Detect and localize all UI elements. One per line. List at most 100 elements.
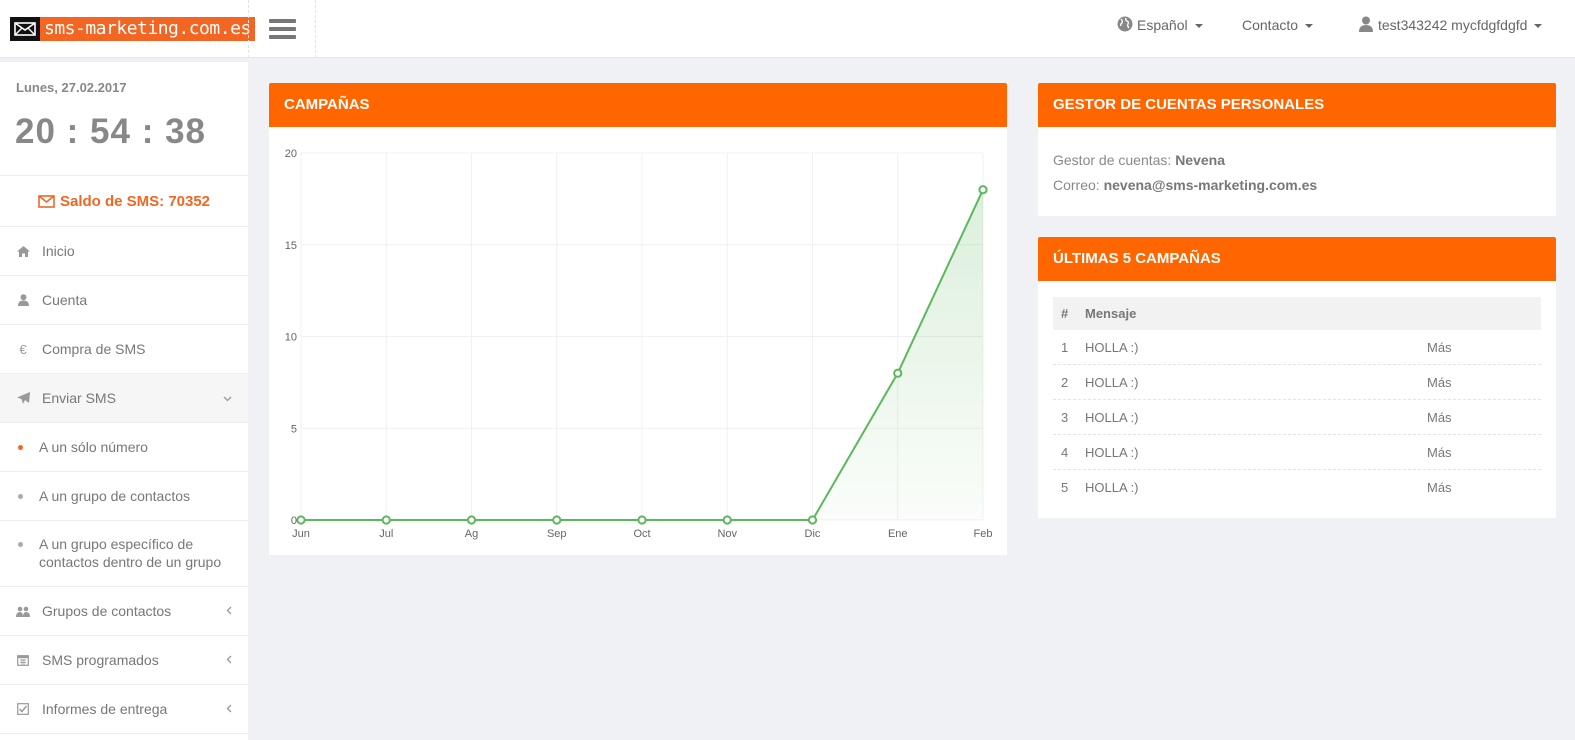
- sidebar-item-cuenta[interactable]: Cuenta: [0, 276, 248, 325]
- sidebar-item-sms-programados[interactable]: SMS programados: [0, 636, 248, 685]
- sidebar-subitem-specific-group[interactable]: A un grupo específico de contactos dentr…: [0, 521, 248, 587]
- caret-down-icon: [1534, 24, 1543, 28]
- y-tick-label: 15: [285, 240, 297, 252]
- x-tick-label: Ag: [465, 528, 478, 540]
- x-tick-label: Dic: [805, 528, 821, 540]
- chevron-left-icon: [226, 702, 232, 716]
- sidebar-item-label: Grupos de contactos: [42, 603, 172, 619]
- user-icon: [16, 293, 30, 307]
- check-square-icon: [16, 702, 30, 716]
- caret-down-icon: [1305, 24, 1314, 28]
- row-message: HOLLA :): [1085, 444, 1139, 460]
- row-message: HOLLA :): [1085, 374, 1139, 390]
- sidebar-item-label: Compra de SMS: [42, 341, 146, 357]
- contact-dropdown[interactable]: Contacto: [1242, 17, 1314, 33]
- sidebar-subitem-label: A un grupo de contactos: [39, 488, 190, 504]
- chevron-down-icon: [223, 391, 232, 405]
- row-number: 1: [1061, 339, 1069, 355]
- y-tick-label: 20: [285, 148, 297, 160]
- top-bar: sms-marketing.com.es Español Contacto te…: [0, 0, 1575, 58]
- sidebar-item-informes-entrega[interactable]: Informes de entrega: [0, 685, 248, 734]
- column-header-number: #: [1061, 306, 1069, 321]
- hamburger-icon: [268, 19, 296, 39]
- row-more-link[interactable]: Más: [1427, 340, 1541, 355]
- sidebar-item-inicio[interactable]: Inicio: [0, 227, 248, 276]
- language-label: Español: [1137, 17, 1188, 33]
- account-email-line: Correo: nevena@sms-marketing.com.es: [1053, 177, 1317, 193]
- y-tick-label: 0: [291, 515, 297, 527]
- row-number: 5: [1061, 480, 1069, 495]
- user-name: test343242 mycfdgfdgfd: [1378, 17, 1528, 33]
- user-icon: [1359, 16, 1373, 32]
- envelope-logo-icon: [10, 17, 40, 41]
- x-tick-label: Nov: [717, 528, 737, 540]
- sidebar-subitem-contact-group[interactable]: A un grupo de contactos: [0, 472, 248, 521]
- data-point: [552, 515, 562, 525]
- row-number: 4: [1061, 444, 1069, 460]
- data-point: [381, 515, 391, 525]
- table-row: 3 HOLLA :) Más: [1053, 400, 1541, 435]
- euro-icon: €: [19, 341, 27, 357]
- calendar-icon: [16, 653, 30, 667]
- x-tick-label: Ene: [888, 528, 908, 540]
- y-tick-label: 5: [291, 423, 297, 435]
- clock: 20 : 54 : 38: [15, 112, 206, 151]
- row-more-link[interactable]: Más: [1427, 445, 1541, 460]
- row-number: 3: [1061, 409, 1069, 425]
- sidebar-item-label: Enviar SMS: [42, 390, 116, 406]
- row-more-link[interactable]: Más: [1427, 480, 1541, 495]
- sidebar-menu: Inicio Cuenta € Compra de SMS Enviar SMS…: [0, 227, 248, 734]
- data-point: [807, 515, 818, 525]
- data-point: [978, 185, 988, 195]
- chevron-left-icon: [226, 653, 232, 667]
- sidebar-item-compra-sms[interactable]: € Compra de SMS: [0, 325, 248, 374]
- bullet-dot-icon: [18, 542, 23, 547]
- last-campaigns-table: # Mensaje 1 HOLLA :) Más 2 HOLLA :) Más …: [1053, 297, 1541, 505]
- envelope-icon: [38, 194, 55, 208]
- sidebar-subitem-label: A un grupo específico de contactos dentr…: [39, 536, 222, 570]
- sidebar-item-label: Informes de entrega: [42, 701, 168, 717]
- sidebar-item-label: SMS programados: [42, 652, 159, 668]
- table-header: # Mensaje: [1053, 297, 1541, 330]
- row-number: 2: [1061, 374, 1069, 390]
- users-icon: [16, 604, 30, 618]
- sidebar-subitem-single-number[interactable]: A un sólo número: [0, 423, 248, 472]
- email-label: Correo:: [1053, 177, 1100, 193]
- account-manager-title: GESTOR DE CUENTAS PERSONALES: [1038, 83, 1556, 127]
- x-tick-label: Jul: [379, 528, 393, 540]
- campaigns-panel-title: CAMPAÑAS: [269, 83, 1007, 127]
- row-message: HOLLA :): [1085, 480, 1139, 495]
- table-row: 4 HOLLA :) Más: [1053, 435, 1541, 470]
- home-icon: [16, 244, 30, 258]
- table-row: 5 HOLLA :) Más: [1053, 470, 1541, 505]
- last-campaigns-panel: ÚLTIMAS 5 CAMPAÑAS # Mensaje 1 HOLLA :) …: [1038, 237, 1556, 518]
- row-more-link[interactable]: Más: [1427, 410, 1541, 425]
- contact-label: Contacto: [1242, 17, 1299, 33]
- logo[interactable]: sms-marketing.com.es: [10, 17, 255, 41]
- chevron-left-icon: [226, 604, 232, 618]
- account-manager-line: Gestor de cuentas: Nevena: [1053, 152, 1225, 168]
- row-more-link[interactable]: Más: [1427, 375, 1541, 390]
- table-row: 2 HOLLA :) Más: [1053, 365, 1541, 400]
- row-message: HOLLA :): [1085, 339, 1139, 355]
- account-manager-panel: GESTOR DE CUENTAS PERSONALES Gestor de c…: [1038, 83, 1556, 216]
- sidebar-item-label: Cuenta: [42, 292, 88, 308]
- sidebar-item-label: Inicio: [42, 243, 75, 259]
- data-point: [637, 515, 647, 525]
- user-dropdown[interactable]: test343242 mycfdgfdgfd: [1359, 16, 1543, 33]
- data-point: [893, 368, 903, 378]
- y-tick-label: 10: [285, 332, 297, 344]
- last-campaigns-title: ÚLTIMAS 5 CAMPAÑAS: [1038, 237, 1556, 281]
- sidebar-item-grupos-contactos[interactable]: Grupos de contactos: [0, 587, 248, 636]
- sidebar: Lunes, 27.02.2017 20 : 54 : 38 Saldo de …: [0, 62, 248, 740]
- language-dropdown[interactable]: Español: [1117, 16, 1203, 33]
- bullet-dot-icon: [18, 444, 23, 450]
- menu-toggle-button[interactable]: [248, 0, 316, 58]
- current-date: Lunes, 27.02.2017: [16, 80, 127, 95]
- sidebar-subitem-label: A un sólo número: [39, 439, 148, 455]
- data-point: [466, 515, 477, 525]
- campaigns-chart: 0 5 10 15 20 Jun Jul Ag Sep Oct Nov Dic Ene Feb: [285, 148, 993, 540]
- manager-email[interactable]: nevena@sms-marketing.com.es: [1104, 177, 1318, 193]
- sidebar-item-enviar-sms[interactable]: Enviar SMS: [0, 374, 248, 423]
- x-tick-label: Feb: [974, 528, 993, 540]
